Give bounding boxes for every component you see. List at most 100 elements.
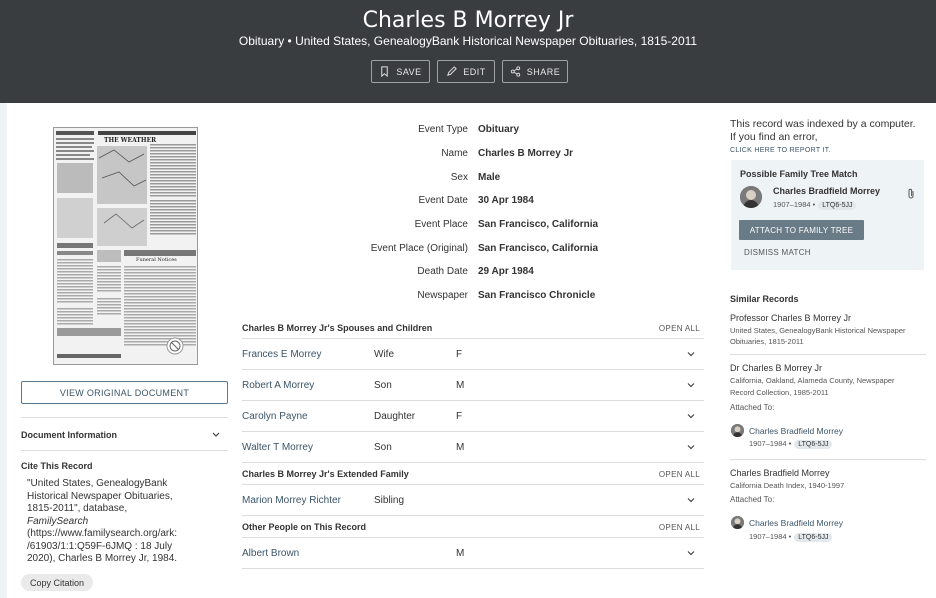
person-name[interactable]: Robert A Morrey bbox=[242, 380, 314, 391]
fact-value: Male bbox=[478, 172, 501, 183]
attached-person-dates: 1907–1984 • LTQ6-5JJ bbox=[749, 439, 833, 449]
person-name[interactable]: Walter T Morrey bbox=[242, 442, 313, 453]
person-sex: M bbox=[456, 442, 465, 453]
avatar bbox=[731, 424, 744, 437]
paperclip-icon[interactable] bbox=[906, 188, 916, 200]
chevron-down-icon[interactable] bbox=[686, 442, 696, 452]
share-button[interactable]: SHARE bbox=[502, 60, 568, 83]
similar-record-title[interactable]: Dr Charles B Morrey Jr bbox=[730, 363, 822, 373]
similar-record-title[interactable]: Charles Bradfield Morrey bbox=[730, 468, 830, 478]
attach-to-family-tree-button[interactable]: ATTACH TO FAMILY TREE bbox=[739, 220, 864, 240]
person-name[interactable]: Carolyn Payne bbox=[242, 411, 308, 422]
share-label: SHARE bbox=[526, 66, 561, 77]
fact-label: Event Date bbox=[418, 195, 468, 206]
report-error-link[interactable]: CLICK HERE TO REPORT IT. bbox=[730, 147, 831, 154]
fact-row: Event Place San Francisco, California bbox=[318, 219, 718, 233]
fact-label: Event Type bbox=[418, 124, 468, 135]
fact-value: San Francisco, California bbox=[478, 219, 599, 230]
person-row[interactable]: Frances E Morrey Wife F bbox=[242, 339, 704, 370]
attached-person-dates: 1907–1984 • LTQ6-5JJ bbox=[749, 532, 833, 542]
person-id-badge: LTQ6-5JJ bbox=[794, 533, 833, 542]
fact-row: Newspaper San Francisco Chronicle bbox=[318, 290, 718, 304]
person-name[interactable]: Marion Morrey Richter bbox=[242, 495, 341, 506]
cite-line: 2020), Charles B Morrey Jr, 1984. bbox=[27, 553, 178, 564]
avatar bbox=[740, 186, 762, 208]
person-sex: F bbox=[456, 349, 463, 360]
edit-button[interactable]: EDIT bbox=[437, 60, 495, 83]
person-id-badge: LTQ6-5JJ bbox=[794, 440, 833, 449]
left-divider bbox=[21, 417, 228, 418]
record-subtitle: Obituary • United States, GenealogyBank … bbox=[238, 34, 698, 48]
person-id-badge: LTQ6-5JJ bbox=[818, 201, 857, 210]
spouses-children-heading: Charles B Morrey Jr's Spouses and Childr… bbox=[242, 323, 433, 333]
person-row[interactable]: Robert A Morrey Son M bbox=[242, 370, 704, 401]
view-original-document-button[interactable]: VIEW ORIGINAL DOCUMENT bbox=[21, 381, 228, 404]
document-information-heading[interactable]: Document Information bbox=[21, 430, 117, 440]
fact-label: Name bbox=[441, 148, 468, 159]
avatar bbox=[731, 516, 744, 529]
fact-row: Event Place (Original) San Francisco, Cal… bbox=[318, 243, 718, 257]
attached-person-name[interactable]: Charles Bradfield Morrey bbox=[749, 518, 843, 528]
thumb-heading: THE WEATHER bbox=[104, 137, 157, 144]
person-row[interactable]: Walter T Morrey Son M bbox=[242, 432, 704, 463]
attached-dates: 1907–1984 • bbox=[749, 532, 792, 541]
cite-line: Historical Newspaper Obituaries, bbox=[27, 490, 173, 502]
person-row[interactable]: Albert Brown M bbox=[242, 538, 704, 569]
save-label: SAVE bbox=[396, 66, 422, 77]
chevron-down-icon[interactable] bbox=[686, 548, 696, 558]
open-all-link[interactable]: OPEN ALL bbox=[640, 324, 700, 333]
similar-record-collection-2: Obituaries, 1815-2011 bbox=[730, 337, 804, 346]
person-sex: F bbox=[456, 411, 463, 422]
edit-label: EDIT bbox=[463, 66, 486, 77]
person-relationship: Sibling bbox=[374, 495, 405, 506]
person-relationship: Wife bbox=[374, 349, 394, 360]
fact-label: Event Place bbox=[414, 219, 468, 230]
fact-value: Charles B Morrey Jr bbox=[478, 148, 574, 159]
cite-line: FamilySearch bbox=[27, 515, 89, 527]
save-button[interactable]: SAVE bbox=[371, 60, 430, 83]
chevron-down-icon[interactable] bbox=[686, 349, 696, 359]
chevron-down-icon[interactable] bbox=[686, 411, 696, 421]
left-divider-2 bbox=[21, 450, 228, 451]
similar-divider bbox=[730, 354, 926, 355]
fact-row: Death Date 29 Apr 1984 bbox=[318, 266, 718, 280]
document-thumbnail[interactable]: THE WEATHER Funeral Notices bbox=[53, 127, 198, 365]
fact-row: Sex Male bbox=[318, 172, 718, 186]
cite-line: "United States, GenealogyBank bbox=[27, 478, 168, 489]
chevron-down-icon[interactable] bbox=[686, 495, 696, 505]
attached-to-label: Attached To: bbox=[730, 403, 775, 412]
fact-label: Sex bbox=[450, 172, 468, 183]
open-all-link[interactable]: OPEN ALL bbox=[640, 470, 700, 479]
cite-line: (https://www.familysearch.org/ark: bbox=[27, 528, 178, 539]
attached-to-label: Attached To: bbox=[730, 495, 775, 504]
attached-person-name[interactable]: Charles Bradfield Morrey bbox=[749, 426, 843, 436]
person-sex: M bbox=[456, 380, 465, 391]
fact-label: Newspaper bbox=[417, 290, 468, 301]
fact-row: Event Type Obituary bbox=[318, 124, 718, 138]
record-header: Charles B Morrey Jr Obituary • United St… bbox=[0, 0, 936, 103]
similar-record-title[interactable]: Professor Charles B Morrey Jr bbox=[730, 313, 851, 323]
cite-line: /61903/1:1:Q59F-6JMQ : 18 July bbox=[27, 540, 173, 552]
person-name[interactable]: Frances E Morrey bbox=[242, 349, 321, 360]
person-name[interactable]: Albert Brown bbox=[242, 548, 299, 559]
person-relationship: Daughter bbox=[374, 411, 416, 422]
chevron-down-icon[interactable] bbox=[686, 380, 696, 390]
cite-line: 1815-2011", database, bbox=[27, 503, 128, 514]
indexed-notice: This record was indexed by a computer. bbox=[730, 118, 916, 130]
chevron-down-icon[interactable] bbox=[211, 430, 221, 440]
copy-citation-button[interactable]: Copy Citation bbox=[21, 574, 93, 591]
match-person-name[interactable]: Charles Bradfield Morrey bbox=[773, 186, 880, 196]
fact-value: 30 Apr 1984 bbox=[478, 195, 534, 206]
open-all-link[interactable]: OPEN ALL bbox=[640, 523, 700, 532]
fact-label: Event Place (Original) bbox=[370, 243, 468, 254]
dismiss-match-link[interactable]: DISMISS MATCH bbox=[744, 248, 811, 257]
similar-record-collection-2: Record Collection, 1985-2011 bbox=[730, 388, 829, 397]
bookmark-icon bbox=[381, 66, 389, 77]
fact-value: San Francisco, California bbox=[478, 243, 599, 254]
person-row[interactable]: Marion Morrey Richter Sibling bbox=[242, 485, 704, 516]
person-row[interactable]: Carolyn Payne Daughter F bbox=[242, 401, 704, 432]
fact-label: Death Date bbox=[417, 266, 468, 277]
thumb-notices: Funeral Notices bbox=[136, 257, 177, 263]
fact-value: Obituary bbox=[478, 124, 520, 135]
person-relationship: Son bbox=[374, 442, 392, 453]
